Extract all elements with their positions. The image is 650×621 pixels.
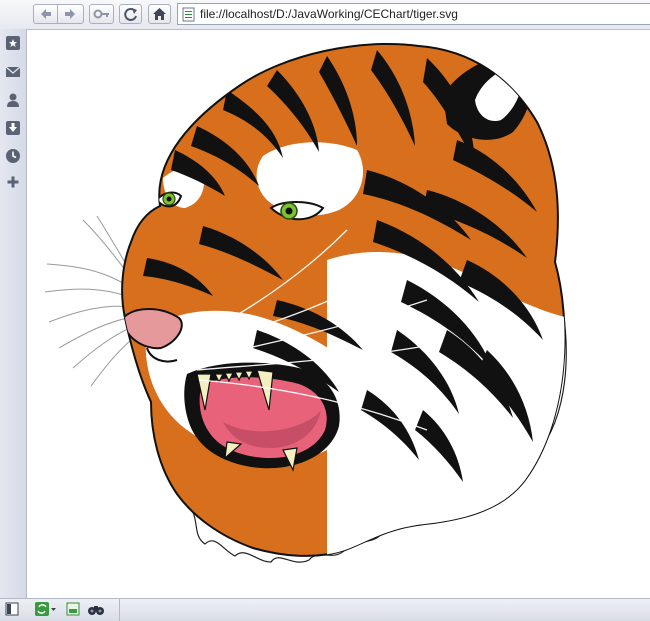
status-bar: [0, 598, 650, 621]
side-panel: [0, 29, 27, 598]
clock-icon[interactable]: [5, 148, 21, 164]
key-button[interactable]: [89, 4, 114, 24]
bookmark-icon[interactable]: [5, 35, 21, 51]
browser-toolbar: file://localhost/D:/JavaWorking/CEChart/…: [0, 0, 650, 30]
reload-button[interactable]: [119, 4, 142, 24]
panel-toggle-icon[interactable]: [5, 601, 19, 617]
tiger-image: [44, 43, 567, 563]
url-text: file://localhost/D:/JavaWorking/CEChart/…: [200, 7, 458, 21]
home-icon: [153, 8, 166, 20]
reload-icon: [124, 8, 137, 21]
sync-icon[interactable]: [35, 601, 57, 617]
plus-icon[interactable]: [5, 174, 21, 190]
forward-button[interactable]: [58, 4, 84, 24]
home-button[interactable]: [148, 4, 171, 24]
page-icon: [182, 7, 195, 22]
key-icon: [93, 9, 109, 19]
status-separator: [119, 599, 120, 621]
download-icon[interactable]: [5, 120, 21, 136]
binoculars-icon[interactable]: [87, 601, 105, 617]
image-icon[interactable]: [66, 601, 80, 617]
arrow-left-icon: [41, 9, 51, 19]
back-button[interactable]: [33, 4, 58, 24]
page-content: [27, 30, 650, 598]
arrow-right-icon: [65, 9, 75, 19]
mail-icon[interactable]: [5, 64, 21, 80]
user-icon[interactable]: [5, 92, 21, 108]
address-bar[interactable]: file://localhost/D:/JavaWorking/CEChart/…: [177, 3, 650, 25]
